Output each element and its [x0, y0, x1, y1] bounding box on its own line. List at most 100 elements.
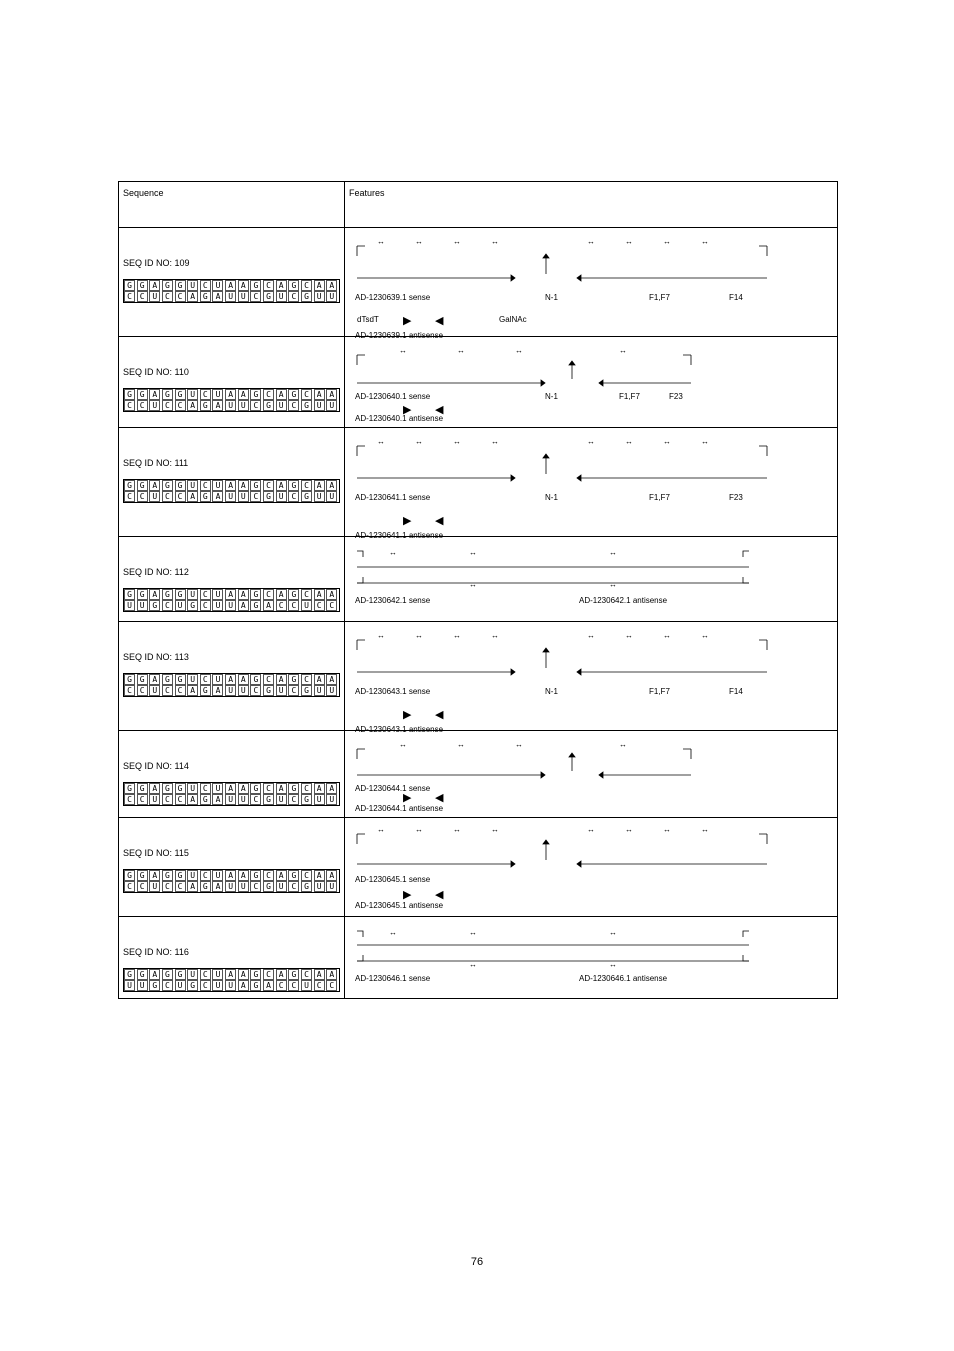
- seq-name: SEQ ID NO: 114: [123, 737, 340, 772]
- feature-cell: ↔↔↔↔ ↔↔↔↔ AD-1230645.1 sense AD-1230645.…: [345, 818, 838, 917]
- svg-text:dTsdT: dTsdT: [357, 315, 379, 324]
- sequence-grid: GCGCAUGCGC UACGUAAUAU GCCGAUGCCG AUAU: [123, 479, 340, 503]
- svg-text:↔: ↔: [469, 928, 477, 937]
- svg-text:F23: F23: [669, 392, 683, 401]
- svg-text:▶: ▶: [403, 709, 412, 721]
- svg-text:▶: ▶: [403, 792, 412, 804]
- svg-text:N-1: N-1: [545, 293, 558, 302]
- seq-name: SEQ ID NO: 113: [123, 628, 340, 663]
- feature-diagram: ↔↔↔↔ ↔↔↔↔ AD-1230645.1 sense AD-1230645.…: [349, 824, 819, 916]
- svg-text:AD-1230642.1 antisense: AD-1230642.1 antisense: [579, 596, 668, 605]
- svg-text:↔: ↔: [415, 237, 423, 246]
- svg-text:↔: ↔: [399, 740, 407, 749]
- svg-text:▶: ▶: [403, 515, 412, 527]
- svg-text:↔: ↔: [663, 825, 671, 834]
- svg-text:▶: ▶: [403, 404, 412, 416]
- svg-text:↔: ↔: [587, 631, 595, 640]
- page: Sequence Features SEQ ID NO: 109 GCGCAUG…: [0, 0, 954, 1351]
- seq-name: SEQ ID NO: 111: [123, 434, 340, 469]
- svg-text:↔: ↔: [625, 825, 633, 834]
- svg-text:AD-1230640.1 antisense: AD-1230640.1 antisense: [355, 414, 444, 423]
- svg-text:▶: ▶: [403, 315, 412, 327]
- feature-cell: ↔↔↔↔ ↔↔↔↔ AD-1230639.1 sense AD-1230639.…: [345, 228, 838, 337]
- svg-text:AD-1230645.1 antisense: AD-1230645.1 antisense: [355, 901, 444, 910]
- svg-text:↔: ↔: [399, 346, 407, 355]
- sequence-grid: GCGCAUGCGC UACGUAAUAU GCCGAUGCCG AUAU: [123, 869, 340, 893]
- svg-text:◀: ◀: [435, 709, 444, 721]
- svg-text:↔: ↔: [625, 631, 633, 640]
- svg-text:AD-1230646.1 sense: AD-1230646.1 sense: [355, 974, 431, 983]
- svg-text:↔: ↔: [491, 437, 499, 446]
- svg-text:↔: ↔: [389, 928, 397, 937]
- svg-text:◀: ◀: [435, 404, 444, 416]
- svg-text:↔: ↔: [377, 631, 385, 640]
- svg-text:↔: ↔: [619, 740, 627, 749]
- feature-diagram: ↔↔↔ ↔↔ AD-1230646.1 sense AD-1230646.1 a…: [349, 923, 819, 987]
- feature-diagram: ↔↔↔↔ ↔↔↔↔ AD-1230643.1 sense AD-1230643.…: [349, 628, 819, 740]
- feature-diagram: ↔↔↔ ↔↔ AD-1230642.1 sense AD-1230642.1 a…: [349, 543, 819, 617]
- svg-text:↔: ↔: [515, 740, 523, 749]
- svg-text:↔: ↔: [457, 346, 465, 355]
- svg-text:↔: ↔: [453, 631, 461, 640]
- svg-text:◀: ◀: [435, 889, 444, 901]
- seq-cell: SEQ ID NO: 116 GUGUAGGCGU UGCCUUAUAA GGC…: [119, 917, 345, 999]
- svg-text:F23: F23: [729, 493, 743, 502]
- svg-text:F1,F7: F1,F7: [649, 293, 670, 302]
- svg-text:↔: ↔: [609, 960, 617, 969]
- svg-text:↔: ↔: [415, 437, 423, 446]
- svg-text:↔: ↔: [701, 825, 709, 834]
- sequence-grid: GUGUAGGCGU UGCCUUAUAA GGCAACGCCU ACAC: [123, 968, 340, 992]
- svg-text:AD-1230640.1 sense: AD-1230640.1 sense: [355, 392, 431, 401]
- seq-name: SEQ ID NO: 116: [123, 923, 340, 958]
- svg-text:↔: ↔: [453, 437, 461, 446]
- seq-cell: SEQ ID NO: 110 GCGCAUGCGC UACGUAAUAU GCC…: [119, 337, 345, 428]
- seq-cell: SEQ ID NO: 111 GCGCAUGCGC UACGUAAUAU GCC…: [119, 428, 345, 537]
- sequence-grid: GCGCAUGCGC UACGUAAUAU GCCGAUGCCG AUAU: [123, 782, 340, 806]
- seq-cell: SEQ ID NO: 109 GCGCAUGCGC UACGUAAUAU GCC…: [119, 228, 345, 337]
- svg-text:↔: ↔: [701, 437, 709, 446]
- svg-text:AD-1230645.1 sense: AD-1230645.1 sense: [355, 875, 431, 884]
- seq-cell: SEQ ID NO: 115 GCGCAUGCGC UACGUAAUAU GCC…: [119, 818, 345, 917]
- svg-text:↔: ↔: [609, 548, 617, 557]
- feature-cell: ↔↔↔ ↔↔ AD-1230646.1 sense AD-1230646.1 a…: [345, 917, 838, 999]
- svg-text:F14: F14: [729, 293, 743, 302]
- seq-name: SEQ ID NO: 112: [123, 543, 340, 578]
- feature-diagram: ↔↔↔↔ ↔↔↔↔ AD-1230639.1 sense AD-1230639.…: [349, 234, 819, 346]
- svg-text:↔: ↔: [609, 928, 617, 937]
- svg-text:↔: ↔: [453, 825, 461, 834]
- svg-text:N-1: N-1: [545, 392, 558, 401]
- svg-text:AD-1230641.1 sense: AD-1230641.1 sense: [355, 493, 431, 502]
- svg-text:F1,F7: F1,F7: [649, 687, 670, 696]
- sequence-grid: GCGCAUGCGC UACGUAAUAU GCCGAUGCCG AUAU: [123, 673, 340, 697]
- svg-text:↔: ↔: [457, 740, 465, 749]
- svg-text:F1,F7: F1,F7: [619, 392, 640, 401]
- seq-cell: SEQ ID NO: 114 GCGCAUGCGC UACGUAAUAU GCC…: [119, 731, 345, 818]
- svg-text:↔: ↔: [701, 237, 709, 246]
- svg-text:↔: ↔: [587, 825, 595, 834]
- feature-diagram: ↔↔↔ ↔ AD-1230640.1 sense AD-1230640.1 an…: [349, 343, 819, 427]
- feature-diagram: ↔↔↔ ↔ AD-1230644.1 sense AD-1230644.1 an…: [349, 737, 819, 817]
- sequence-feature-table: Sequence Features SEQ ID NO: 109 GCGCAUG…: [118, 181, 838, 999]
- svg-text:↔: ↔: [587, 437, 595, 446]
- svg-text:AD-1230643.1 antisense: AD-1230643.1 antisense: [355, 725, 444, 734]
- svg-text:AD-1230642.1 sense: AD-1230642.1 sense: [355, 596, 431, 605]
- svg-text:↔: ↔: [469, 548, 477, 557]
- svg-text:AD-1230643.1 sense: AD-1230643.1 sense: [355, 687, 431, 696]
- svg-text:◀: ◀: [435, 515, 444, 527]
- seq-name: SEQ ID NO: 115: [123, 824, 340, 859]
- svg-text:↔: ↔: [625, 437, 633, 446]
- svg-text:↔: ↔: [701, 631, 709, 640]
- svg-text:↔: ↔: [389, 548, 397, 557]
- page-number: 76: [0, 1256, 954, 1268]
- svg-text:AD-1230639.1 antisense: AD-1230639.1 antisense: [355, 331, 444, 340]
- svg-text:GalNAc: GalNAc: [499, 315, 527, 324]
- svg-text:AD-1230646.1 antisense: AD-1230646.1 antisense: [579, 974, 668, 983]
- feature-cell: ↔↔↔↔ ↔↔↔↔ AD-1230641.1 sense AD-1230641.…: [345, 428, 838, 537]
- svg-text:↔: ↔: [587, 237, 595, 246]
- seq-cell: SEQ ID NO: 113 GCGCAUGCGC UACGUAAUAU GCC…: [119, 622, 345, 731]
- svg-text:↔: ↔: [663, 631, 671, 640]
- svg-text:↔: ↔: [619, 346, 627, 355]
- svg-text:◀: ◀: [435, 792, 444, 804]
- feature-cell: ↔↔↔ ↔ AD-1230640.1 sense AD-1230640.1 an…: [345, 337, 838, 428]
- col-header-sequence: Sequence: [119, 182, 345, 228]
